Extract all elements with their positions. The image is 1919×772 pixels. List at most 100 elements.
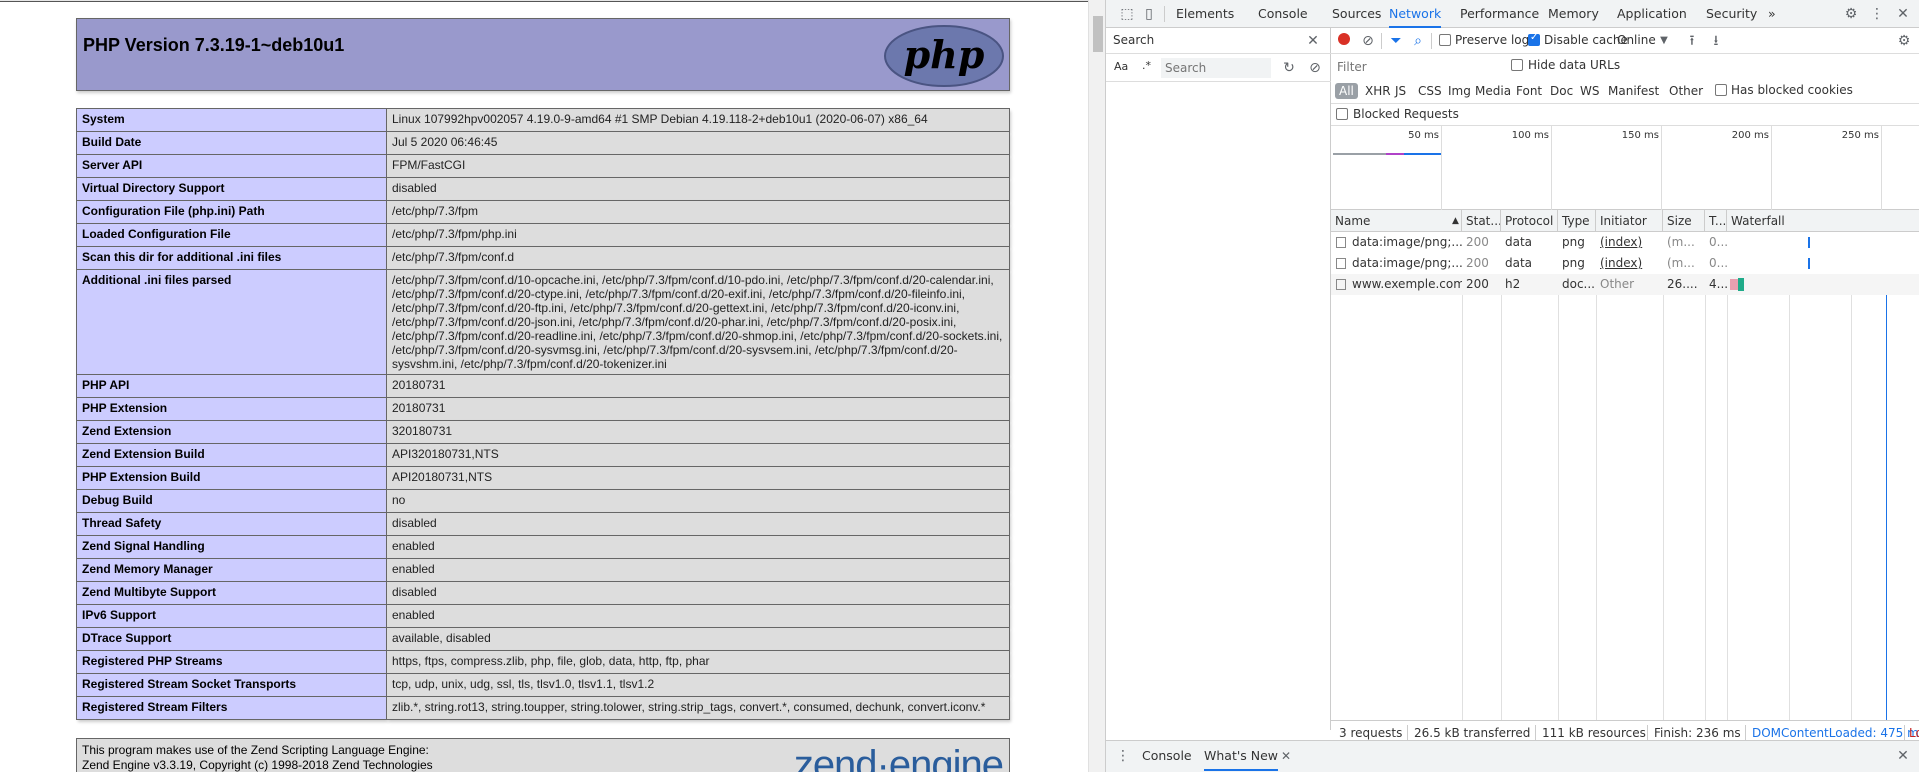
clear-search-icon[interactable]: ⊘ [1306,59,1324,77]
info-value: disabled [386,177,1010,201]
settings-gear-icon[interactable]: ⚙ [1842,5,1860,23]
php-info-table: System Linux 107992hpv002057 4.19.0-9-amd… [76,108,1010,720]
filter-type-doc[interactable]: Doc [1550,84,1573,98]
info-value: enabled [386,558,1010,582]
hide-data-urls-checkbox[interactable] [1511,59,1523,71]
disable-cache-checkbox[interactable] [1528,32,1540,46]
tab-security[interactable]: Security [1706,0,1757,28]
close-search-icon[interactable]: ✕ [1304,32,1322,50]
info-row: Zend Memory Manager enabled [76,558,1010,582]
tab-console[interactable]: Console [1258,0,1308,28]
filter-input[interactable] [1335,58,1495,76]
request-type: png [1562,256,1585,270]
search-icon[interactable]: ⌕ [1409,32,1427,50]
refresh-icon[interactable]: ↻ [1280,59,1298,77]
preserve-log-checkbox[interactable] [1439,34,1451,46]
col-status[interactable]: Stat... [1462,210,1501,232]
tab-elements[interactable]: Elements [1176,0,1234,28]
blocked-requests-checkbox[interactable] [1336,108,1348,120]
filter-type-xhr[interactable]: XHR [1365,84,1391,98]
info-value: /etc/php/7.3/fpm/conf.d [386,246,1010,270]
table-row[interactable]: data:image/png;... 200 data png (index) … [1331,253,1919,274]
info-key: Zend Multibyte Support [76,581,387,605]
info-row: System Linux 107992hpv002057 4.19.0-9-amd… [76,108,1010,132]
zend-engine-logo: zend·engine [793,743,1004,772]
scrollbar-thumb[interactable] [1093,16,1103,52]
close-whats-new-icon[interactable]: ✕ [1277,747,1295,765]
info-value: /etc/php/7.3/fpm/conf.d/10-opcache.ini, … [386,269,1010,375]
table-row[interactable]: www.exemple.com 200 h2 doc... Other 26..… [1331,274,1919,295]
info-key: Additional .ini files parsed [76,269,387,375]
overview-tick-200: 200 ms [1731,130,1769,141]
col-size[interactable]: Size [1663,210,1705,232]
info-key: PHP Extension [76,397,387,421]
clear-icon[interactable]: ⊘ [1359,32,1377,50]
filter-type-all[interactable]: All [1335,83,1358,99]
info-key: Registered Stream Filters [76,696,387,720]
waterfall-bar-download [1738,278,1744,291]
col-type[interactable]: Type [1558,210,1596,232]
inspect-element-icon[interactable]: ⬚ [1118,5,1136,23]
filter-type-img[interactable]: Img [1448,84,1471,98]
page-scrollbar[interactable] [1088,0,1105,772]
drawer-tab-whats-new[interactable]: What's New [1204,741,1279,771]
col-time[interactable]: T... [1705,210,1727,232]
filter-type-media[interactable]: Media [1475,84,1511,98]
has-blocked-cookies-checkbox[interactable] [1715,84,1727,96]
request-initiator-link[interactable]: (index) [1596,232,1663,253]
import-har-icon[interactable]: ⭱ [1683,32,1701,50]
tab-network[interactable]: Network [1389,0,1442,28]
table-row[interactable]: data:image/png;... 200 data png (index) … [1331,232,1919,253]
filter-type-manifest[interactable]: Manifest [1608,84,1659,98]
tab-sources[interactable]: Sources [1332,0,1381,28]
info-key: Zend Extension [76,420,387,444]
tab-application[interactable]: Application [1617,0,1687,28]
info-value: 320180731 [386,420,1010,444]
info-value: /etc/php/7.3/fpm [386,200,1010,224]
network-settings-gear-icon[interactable]: ⚙ [1895,32,1913,50]
drawer-tab-console[interactable]: Console [1142,741,1192,771]
more-tabs-icon[interactable]: » [1768,0,1776,28]
search-pane-title: Search [1113,33,1155,47]
request-protocol: data [1505,235,1533,249]
col-name[interactable]: Name [1331,210,1462,232]
match-case-icon[interactable]: Aa [1114,60,1128,73]
network-overview[interactable]: 50 ms 100 ms 150 ms 200 ms 250 ms [1331,126,1919,210]
col-waterfall[interactable]: Waterfall [1727,210,1919,232]
export-har-icon[interactable]: ⭳ [1707,32,1725,50]
filter-icon[interactable]: ⏷ [1387,32,1405,50]
overview-bar-purple [1386,153,1404,155]
device-toolbar-icon[interactable]: ▯ [1140,5,1158,23]
info-value: enabled [386,604,1010,628]
filter-type-ws[interactable]: WS [1580,84,1599,98]
page-top-border [0,1,1088,2]
info-row: Thread Safety disabled [76,512,1010,536]
regex-icon[interactable]: .* [1142,59,1151,72]
close-drawer-icon[interactable]: ✕ [1894,747,1912,765]
tab-memory[interactable]: Memory [1548,0,1599,28]
kebab-menu-icon[interactable]: ⋮ [1868,5,1886,23]
chevron-down-icon[interactable]: ▼ [1655,32,1673,50]
preserve-log-label: Preserve log [1455,33,1530,47]
info-value: https, ftps, compress.zlib, php, file, g… [386,650,1010,674]
filter-type-js[interactable]: JS [1395,84,1406,98]
blocked-requests-label: Blocked Requests [1353,107,1459,121]
sort-ascending-icon[interactable]: ▲ [1448,210,1462,232]
drawer-menu-icon[interactable]: ⋮ [1114,747,1132,765]
status-requests: 3 requests [1339,726,1403,740]
info-key: PHP Extension Build [76,466,387,490]
search-input[interactable] [1161,58,1271,78]
network-toolbar: ⊘ ⏷ ⌕ Preserve log Disable cache Online … [1331,28,1919,54]
col-initiator[interactable]: Initiator [1596,210,1663,232]
record-icon[interactable] [1335,32,1353,50]
hide-data-urls-label: Hide data URLs [1528,58,1621,72]
close-devtools-icon[interactable]: ✕ [1894,5,1912,23]
info-value: Jul 5 2020 06:46:45 [386,131,1010,155]
col-protocol[interactable]: Protocol [1501,210,1558,232]
filter-type-other[interactable]: Other [1669,84,1703,98]
throttle-select[interactable]: Online [1617,33,1656,47]
request-initiator-link[interactable]: (index) [1596,253,1663,274]
tab-performance[interactable]: Performance [1460,0,1539,28]
filter-type-font[interactable]: Font [1516,84,1542,98]
filter-type-css[interactable]: CSS [1418,84,1442,98]
